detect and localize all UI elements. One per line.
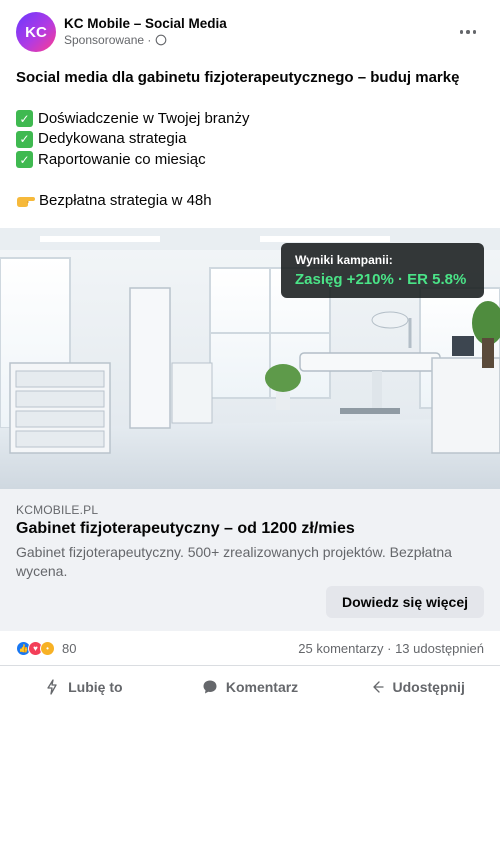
reaction-count[interactable]: 80	[62, 641, 76, 656]
bullet-text: Dedykowana strategia	[38, 130, 187, 147]
link-title[interactable]: Gabinet fizjoterapeutyczny – od 1200 zł/…	[16, 520, 355, 538]
link-description: Gabinet fizjoterapeutyczny. 500+ zrealiz…	[16, 544, 452, 579]
check-mark-icon: ✓	[16, 130, 33, 148]
share-label: Udostępnij	[392, 679, 465, 695]
bullet-item: ✓ Doświadczenie w Twojej branży	[16, 109, 486, 130]
post-header: KC KC Mobile – Social Media Sponsorowane…	[0, 0, 500, 62]
globe-icon	[156, 34, 167, 46]
badge-label: Wyniki kampanii:	[295, 253, 393, 267]
cta-line: Bezpłatna strategia w 48h	[16, 191, 486, 212]
comments-shares-count[interactable]: 25 komentarzy · 13 udostępnień	[298, 641, 484, 656]
like-label: Lubię to	[68, 679, 123, 695]
link-preview[interactable]: KCMOBILE.PL Gabinet fizjoterapeutyczny –…	[0, 489, 500, 631]
bullet-item: ✓ Raportowanie co miesiąc	[16, 150, 486, 171]
comment-button[interactable]: Komentarz	[167, 667, 334, 707]
ad-image[interactable]: Wyniki kampanii: Zasięg +210% · ER 5.8%	[0, 228, 500, 489]
more-options-button[interactable]	[456, 22, 480, 42]
sponsored-label: Sponsorowane ·	[64, 33, 152, 47]
actions-row: Lubię to Komentarz Udostępnij	[0, 667, 500, 707]
comment-bubble-icon	[203, 680, 217, 694]
post-text: Social media dla gabinetu fizjoterapeuty…	[16, 68, 486, 212]
share-button[interactable]: Udostępnij	[333, 667, 500, 707]
link-domain: KCMOBILE.PL	[16, 503, 99, 517]
pointing-hand-icon	[17, 197, 35, 208]
campaign-results-badge: Wyniki kampanii: Zasięg +210% · ER 5.8%	[281, 243, 484, 298]
bullet-text: Raportowanie co miesiąc	[38, 150, 206, 168]
page-name[interactable]: KC Mobile – Social Media	[64, 16, 227, 31]
sponsored-row: Sponsorowane ·	[64, 33, 167, 47]
wow-reaction-icon: •	[40, 641, 55, 656]
comment-label: Komentarz	[225, 679, 299, 695]
reaction-icons[interactable]: 👍 ♥ •	[16, 641, 55, 656]
like-button[interactable]: Lubię to	[0, 667, 167, 707]
bullet-text: Doświadczenie w Twojej branży	[38, 109, 250, 127]
reactions-row: 👍 ♥ • 80 25 komentarzy · 13 udostępnień	[0, 631, 500, 666]
check-mark-icon: ✓	[16, 151, 33, 169]
cta-text: Bezpłatna strategia w 48h	[39, 192, 212, 209]
lightning-icon	[47, 679, 57, 695]
post-headline: Social media dla gabinetu fizjoterapeuty…	[16, 69, 460, 86]
badge-value: Zasięg +210% · ER 5.8%	[295, 271, 467, 288]
share-arrow-icon	[372, 681, 384, 693]
bullet-item: ✓ Dedykowana strategia	[16, 129, 486, 150]
avatar[interactable]: KC	[16, 12, 56, 52]
learn-more-button[interactable]: Dowiedz się więcej	[326, 586, 484, 618]
check-mark-icon: ✓	[16, 110, 33, 128]
